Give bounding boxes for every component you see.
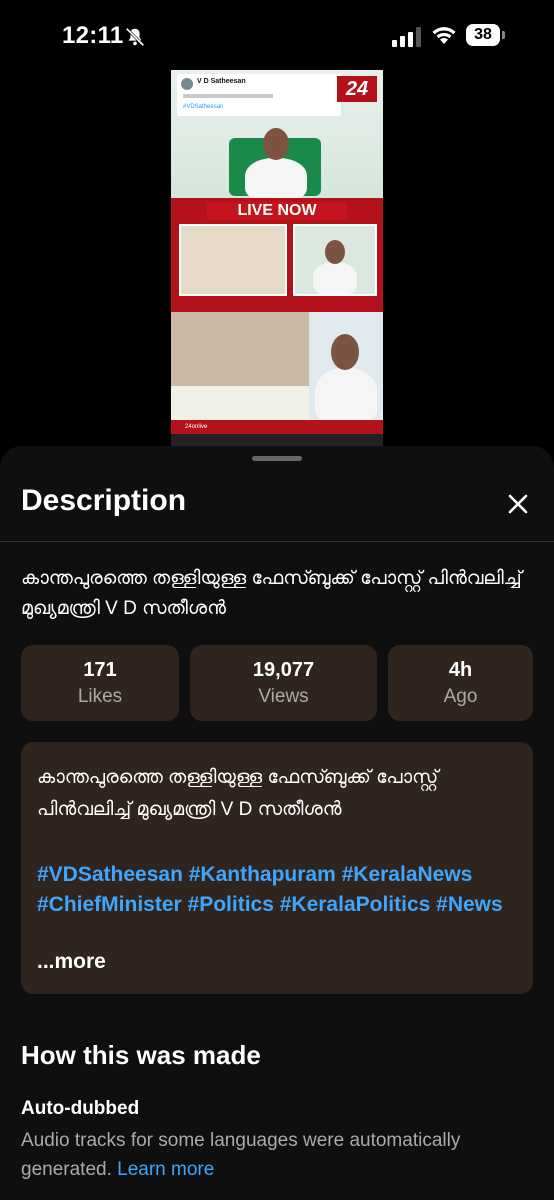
sheet-title: Description [21,484,187,517]
live-now-banner: LIVE NOW [207,202,347,220]
close-icon[interactable] [504,490,532,518]
description-text: കാന്തപുരത്തെ തള്ളിയുള്ള ഫേസ്ബുക്ക് പോസ്റ… [37,767,439,820]
age-label: Ago [443,686,478,707]
speaker-head [263,128,289,160]
speaker-figure-right [315,368,377,420]
channel-logo: 24 [337,76,377,102]
speaker-photo [309,312,383,420]
video-title: കാന്തപുരത്തെ തള്ളിയുള്ള ഫേസ്ബുക്ക് പോസ്റ… [21,568,522,619]
ticker-text: 24onlive [185,424,208,430]
tweet-card: V D Satheesan #VDSatheesan [177,74,341,116]
views-stat: 19,077 Views [190,645,377,721]
wifi-icon [432,27,456,44]
speaker-head-small [325,240,345,264]
learn-more-link[interactable]: Learn more [117,1159,214,1180]
views-count: 19,077 [252,659,315,681]
tweet-author: V D Satheesan [197,78,246,85]
stats-row: 171 Likes 19,077 Views 4h Ago [0,645,554,721]
battery-level: 38 [466,24,500,46]
views-label: Views [258,686,309,707]
status-bar: 12:11 38 [0,0,554,70]
speaker-inset [293,224,377,296]
likes-stat: 171 Likes [21,645,179,721]
tweet-avatar [181,78,193,90]
tweet-hashtag: #VDSatheesan [183,104,224,110]
video-frame-news: 24onlive [171,312,383,434]
how-made-heading: How this was made [21,1040,261,1070]
description-box[interactable]: കാന്തപുരത്തെ തള്ളിയുള്ള ഫേസ്ബുക്ക് പോസ്റ… [21,742,533,994]
likes-label: Likes [77,686,123,707]
age-stat: 4h Ago [388,645,533,721]
speaker-figure-small [313,262,357,294]
speaker-head-right [331,334,359,370]
news-ticker: 24onlive [171,420,383,434]
auto-dubbed-heading: Auto-dubbed [21,1098,140,1119]
news-cards [171,386,309,420]
hashtags[interactable]: #VDSatheesan #Kanthapuram #KeralaNews #C… [37,860,517,920]
meeting-inset [179,224,287,296]
video-frame-tweet: V D Satheesan #VDSatheesan 24 [171,70,383,198]
drag-handle[interactable] [252,456,302,461]
video-frame-live: LIVE NOW [171,198,383,312]
speaker-figure [245,158,307,198]
likes-count: 171 [83,659,117,681]
auto-dubbed-text: Audio tracks for some languages were aut… [21,1126,541,1184]
divider [0,541,554,542]
cellular-signal-icon [392,27,421,47]
video-player[interactable]: V D Satheesan #VDSatheesan 24 LIVE NOW 2… [171,70,383,448]
photo-collage [171,312,309,386]
tweet-text-line [183,94,273,98]
description-sheet: Description കാന്തപുരത്തെ തള്ളിയുള്ള ഫേസ്… [0,446,554,1200]
status-time: 12:11 [62,22,124,49]
bell-muted-icon [125,27,145,47]
battery-cap [502,31,505,39]
more-link[interactable]: ...more [37,950,106,974]
age-value: 4h [448,659,473,681]
battery-indicator: 38 [466,24,506,48]
auto-dubbed-description: Audio tracks for some languages were aut… [21,1130,461,1180]
